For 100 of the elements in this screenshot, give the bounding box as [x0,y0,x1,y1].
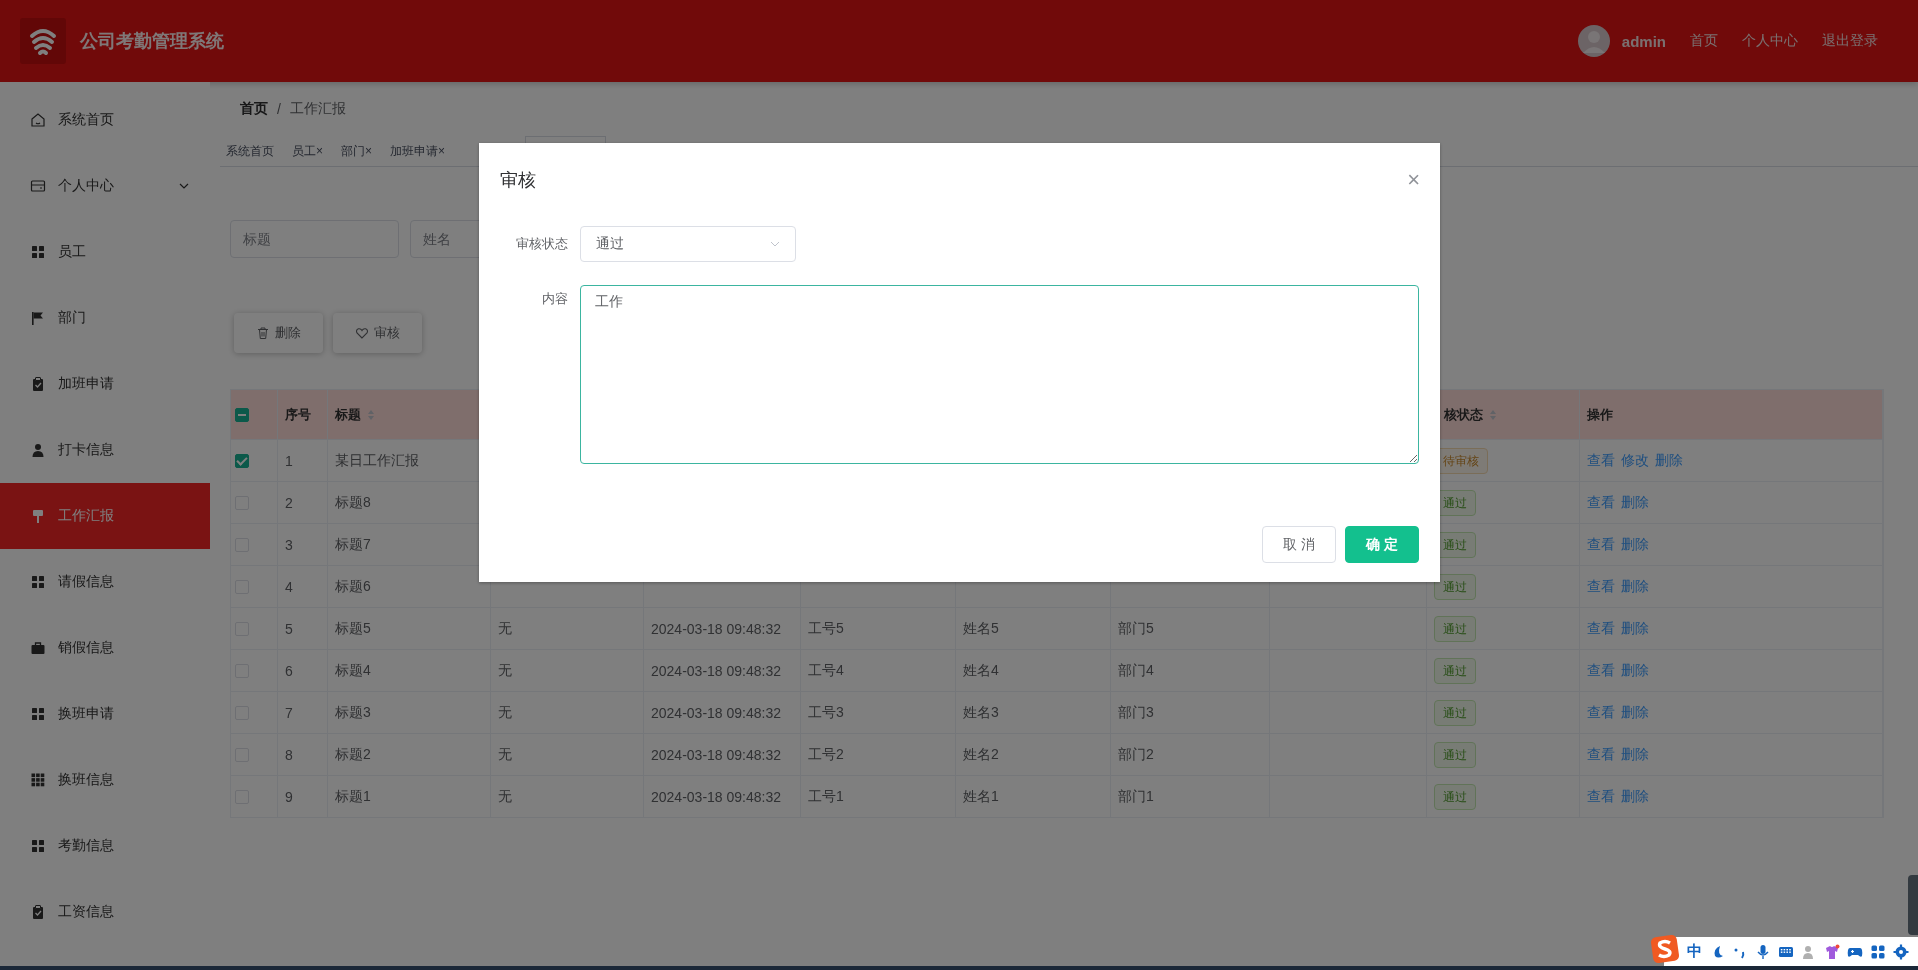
table-cell: 工号1 [808,787,844,806]
header-link[interactable]: 退出登录 [1822,32,1878,50]
sidebar-item[interactable]: 打卡信息 [0,417,210,483]
table-cell: 4 [285,578,293,595]
sidebar-item[interactable]: 换班申请 [0,681,210,747]
content-field[interactable]: 工作 [580,285,1419,464]
table-cell: 9 [285,788,293,805]
shirt-icon[interactable] [1824,943,1840,960]
sidebar-item[interactable]: 换班信息 [0,747,210,813]
tab[interactable]: 部门× [335,136,379,166]
table-cell: 7 [285,704,293,721]
trash-icon [256,326,270,340]
sidebar-item[interactable]: 部门 [0,285,210,351]
row-action-link[interactable]: 删除 [1621,787,1649,806]
status-tag: 通过 [1434,699,1476,726]
sidebar-item[interactable]: 系统首页 [0,87,210,153]
review-button[interactable]: 审核 [333,313,422,353]
table-cell: 姓名3 [963,703,999,722]
row-action-link[interactable]: 修改 [1621,451,1649,470]
table-cell: 无 [498,787,512,806]
row-action-link[interactable]: 删除 [1621,661,1649,680]
table-cell: 姓名5 [963,619,999,638]
row-action-link[interactable]: 删除 [1621,577,1649,596]
status-tag: 通过 [1434,741,1476,768]
table-cell: 标题5 [335,619,371,638]
input-mode-toggle[interactable]: 中 [1687,942,1702,961]
sidebar-item[interactable]: 员工 [0,219,210,285]
row-action-link[interactable]: 删除 [1621,535,1649,554]
sidebar-item[interactable]: 考勤信息 [0,813,210,879]
row-action-link[interactable]: 查看 [1587,451,1615,470]
table-cell: 3 [285,536,293,553]
sidebar-item[interactable]: 工资信息 [0,879,210,945]
table-cell: 标题6 [335,577,371,596]
side-widget [1908,875,1918,935]
grid-icon [30,706,46,722]
status-tag: 通过 [1434,783,1476,810]
dialog-title: 审核 [500,169,536,192]
table-cell: 工号5 [808,619,844,638]
microphone-icon[interactable] [1755,943,1771,960]
row-action-link[interactable]: 查看 [1587,703,1615,722]
row-action-link[interactable]: 删除 [1621,703,1649,722]
field-label: 内容 [541,290,568,308]
confirm-button[interactable]: 确 定 [1345,526,1419,563]
table-cell: 工号3 [808,703,844,722]
row-action-link[interactable]: 删除 [1621,745,1649,764]
ime-logo-icon[interactable] [1650,933,1680,964]
close-button[interactable]: × [1407,169,1420,191]
column-header: 序号 [285,406,311,424]
gear-icon[interactable] [1893,943,1909,960]
breadcrumb-separator: / [277,100,281,117]
sidebar-item[interactable]: 工作汇报 [0,483,210,549]
header-link[interactable]: 首页 [1690,32,1718,50]
table-cell: 无 [498,703,512,722]
status-tag: 通过 [1434,573,1476,600]
grid-icon [30,838,46,854]
table-cell: 标题7 [335,535,371,554]
clipboard-icon [30,376,46,392]
logo-icon [20,18,66,64]
row-action-link[interactable]: 查看 [1587,787,1615,806]
row-action-link[interactable]: 删除 [1621,493,1649,512]
table-cell: 2024-03-18 09:48:32 [651,620,781,637]
table-cell: 某日工作汇报 [335,451,419,470]
clipboard-icon [30,904,46,920]
apps-icon[interactable] [1870,943,1886,960]
search-field[interactable]: 标题 [230,220,399,258]
tab[interactable]: 加班申请× [384,136,452,166]
row-action-link[interactable]: 删除 [1655,451,1683,470]
grid-icon [30,574,46,590]
table-cell: 部门4 [1118,661,1154,680]
row-action-link[interactable]: 查看 [1587,661,1615,680]
sort-icon[interactable] [367,409,375,421]
header-link[interactable]: 个人中心 [1742,32,1798,50]
table-cell: 6 [285,662,293,679]
sidebar-item[interactable]: 个人中心 [0,153,210,219]
briefcase-icon [30,640,46,656]
breadcrumb-item: 工作汇报 [289,99,346,118]
avatar-icon[interactable] [1577,25,1610,57]
sidebar-item[interactable]: 销假信息 [0,615,210,681]
row-action-link[interactable]: 查看 [1587,745,1615,764]
signpost-icon [30,508,46,524]
delete-button[interactable]: 删除 [234,313,323,353]
tab[interactable]: 员工× [286,136,329,166]
table-cell: 姓名4 [963,661,999,680]
cancel-button[interactable]: 取 消 [1262,526,1336,563]
tab[interactable]: 系统首页 [220,136,280,166]
row-action-link[interactable]: 查看 [1587,535,1615,554]
table-cell: 工号4 [808,661,844,680]
table-cell: 2024-03-18 09:48:32 [651,662,781,679]
select-all-checkbox[interactable] [235,408,249,422]
sort-icon[interactable] [1489,409,1497,421]
app-title: 公司考勤管理系统 [80,30,224,53]
breadcrumb-item[interactable]: 首页 [240,99,268,118]
sidebar-item[interactable]: 加班申请 [0,351,210,417]
row-action-link[interactable]: 查看 [1587,577,1615,596]
row-action-link[interactable]: 删除 [1621,619,1649,638]
row-action-link[interactable]: 查看 [1587,619,1615,638]
status-select[interactable]: 通过 [580,226,796,262]
sidebar-item[interactable]: 请假信息 [0,549,210,615]
row-action-link[interactable]: 查看 [1587,493,1615,512]
row-checkbox[interactable] [235,453,249,468]
